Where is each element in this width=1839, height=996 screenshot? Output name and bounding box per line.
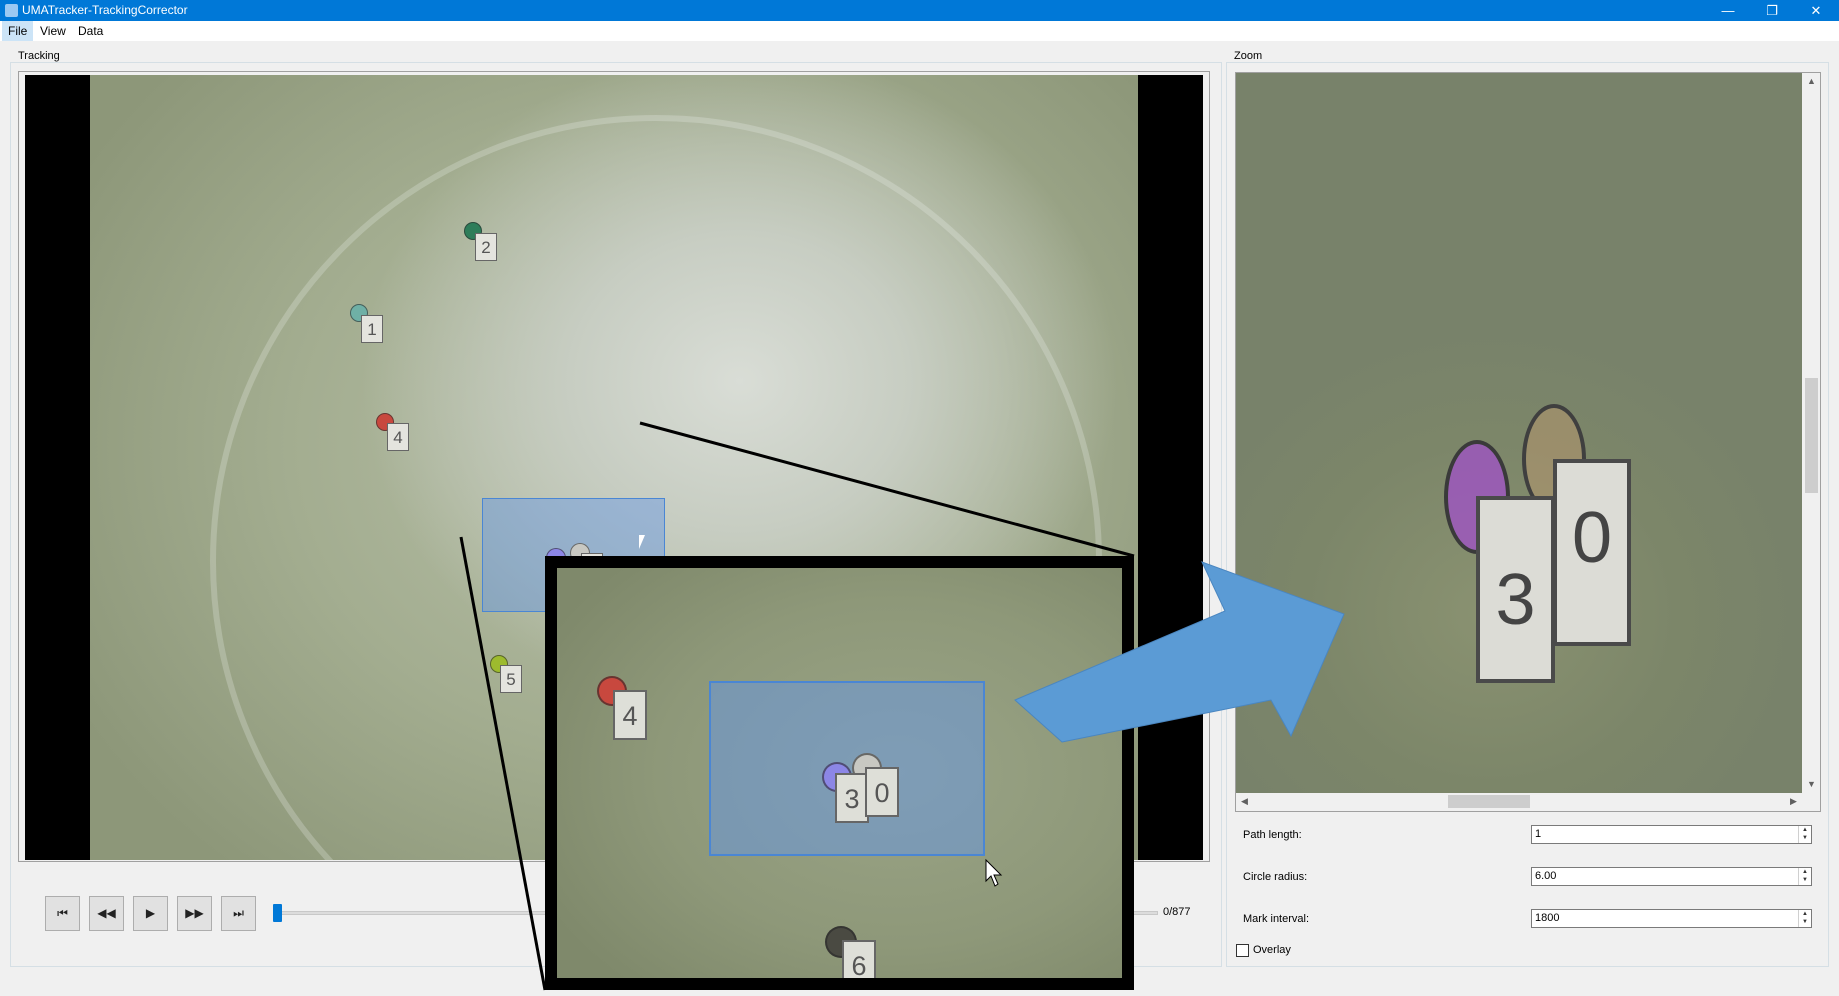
mouse-cursor-icon [985, 858, 1003, 887]
callout-connector-line [459, 536, 547, 991]
callout-connector-line [639, 421, 1135, 558]
zoom-arrow-icon [1014, 561, 1345, 743]
callout-annotation-layer [459, 421, 1345, 991]
